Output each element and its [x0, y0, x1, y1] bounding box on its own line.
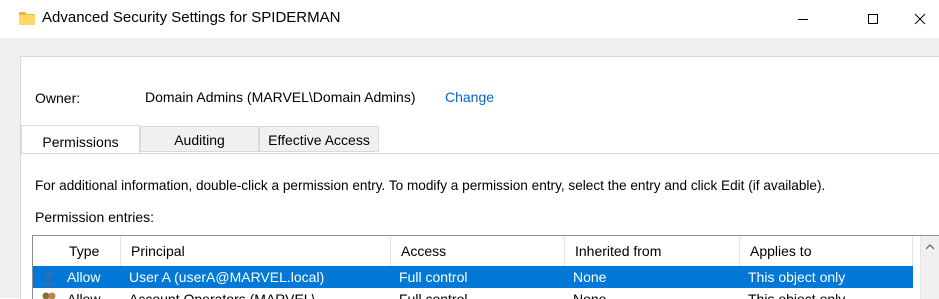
change-owner-link[interactable]: Change [445, 89, 494, 105]
info-text: For additional information, double-click… [35, 178, 825, 193]
dialog-content: Owner: Domain Admins (MARVEL\Domain Admi… [20, 56, 939, 299]
table-header: Type Principal Access Inherited from App… [33, 236, 913, 266]
cell-inherited-from: None [567, 288, 743, 299]
tab-divider [21, 153, 939, 154]
column-header-access[interactable]: Access [391, 236, 565, 266]
tab-strip: Permissions Auditing Effective Access [21, 126, 939, 154]
tab-permissions[interactable]: Permissions [21, 125, 140, 155]
column-header-applies-to[interactable]: Applies to [740, 236, 913, 266]
scroll-up-button[interactable] [921, 236, 939, 254]
cell-access: Full control [393, 288, 569, 299]
cell-type: Allow [61, 266, 123, 288]
user-icon [41, 269, 57, 287]
column-header-type[interactable]: Type [59, 236, 121, 266]
close-icon [914, 13, 926, 25]
tab-auditing[interactable]: Auditing [140, 126, 259, 152]
folder-icon [18, 9, 36, 27]
minimize-icon [797, 13, 809, 25]
cell-principal: User A (userA@MARVEL.local) [123, 266, 395, 288]
cell-principal: Account Operators (MARVEL\... [123, 288, 395, 299]
cell-inherited-from: None [567, 266, 743, 288]
column-header-inherited-from[interactable]: Inherited from [565, 236, 740, 266]
close-button[interactable] [900, 0, 939, 38]
dialog-client: Owner: Domain Admins (MARVEL\Domain Admi… [0, 38, 939, 298]
permission-entries-table[interactable]: Type Principal Access Inherited from App… [32, 235, 939, 299]
chevron-up-icon [926, 237, 934, 253]
permission-entries-label: Permission entries: [35, 209, 154, 225]
owner-label: Owner: [35, 90, 80, 106]
maximize-button[interactable] [850, 0, 896, 38]
table-row[interactable]: Allow User A (userA@MARVEL.local) Full c… [33, 266, 913, 288]
cell-type: Allow [61, 288, 123, 299]
cell-applies-to: This object only [742, 288, 918, 299]
cell-applies-to: This object only [742, 266, 918, 288]
table-scrollbar[interactable] [920, 236, 939, 299]
cell-access: Full control [393, 266, 569, 288]
minimize-button[interactable] [780, 0, 826, 38]
maximize-icon [867, 13, 879, 25]
title-bar: Advanced Security Settings for SPIDERMAN [0, 0, 939, 38]
window-title: Advanced Security Settings for SPIDERMAN [42, 9, 340, 26]
owner-value: Domain Admins (MARVEL\Domain Admins) [145, 89, 416, 105]
column-header-principal[interactable]: Principal [121, 236, 391, 266]
table-row[interactable]: Allow Account Operators (MARVEL\... Full… [33, 288, 913, 299]
tab-effective-access[interactable]: Effective Access [259, 126, 379, 152]
